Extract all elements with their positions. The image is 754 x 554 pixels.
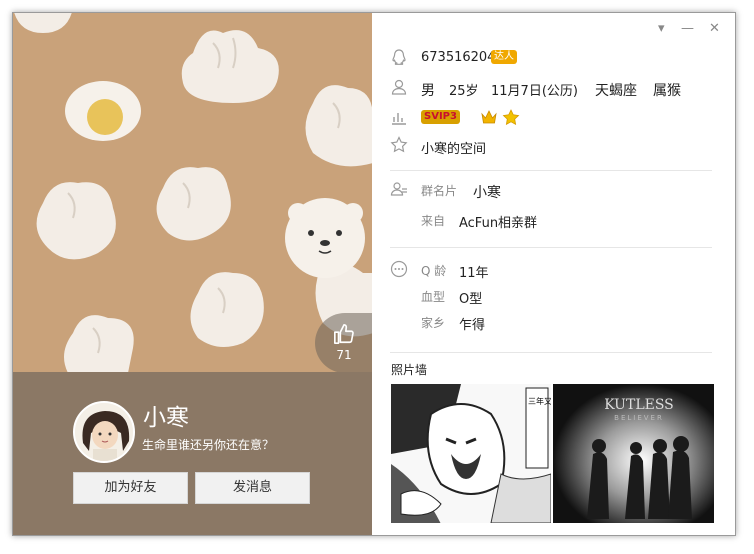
left-panel: 71 小寒 生命里谁还另你还在意？ 加为好友 发消息	[13, 13, 372, 535]
divider	[390, 247, 712, 248]
hometown-row: 家乡 乍得	[372, 310, 735, 334]
photo-manga[interactable]: 三年又三年再三年的容颜 历史有谁意蚂	[391, 384, 551, 523]
chinese-zodiac: 属猴	[653, 83, 681, 99]
blood-type-value: O型	[459, 292, 483, 307]
group-card-icon	[390, 182, 407, 196]
space-link[interactable]: 小寒的空间	[421, 138, 486, 157]
cover-image: 71	[13, 13, 372, 372]
penguin-icon	[392, 49, 406, 65]
photo-wall-title: 照片墙	[391, 363, 428, 377]
gender: 男	[421, 83, 435, 99]
send-message-button[interactable]: 发消息	[195, 472, 310, 504]
bar-chart-icon	[392, 113, 406, 125]
dropdown-button[interactable]: ▾	[658, 21, 665, 36]
qq-number: 673516204	[421, 50, 496, 65]
close-button[interactable]: ✕	[709, 21, 720, 36]
star-outline-icon	[390, 136, 408, 153]
space-row: 小寒的空间	[372, 134, 735, 158]
age: 25岁	[449, 84, 479, 99]
right-panel: ▾ — ✕ 673516204 达人 男 25岁 11月7日(公历) 天蝎座 属…	[372, 13, 735, 535]
thumbs-up-icon	[334, 324, 354, 344]
q-age-value: 11年	[459, 266, 489, 281]
band-subtitle: BELIEVER	[614, 414, 664, 422]
avatar-image	[75, 403, 133, 461]
manga-text: 三年又三年再三年的容颜 历史有谁意蚂	[528, 396, 551, 406]
svip-badge-text: SVIP3	[424, 111, 457, 122]
band-title: KUTLESS	[604, 397, 674, 413]
from-value[interactable]: AcFun相亲群	[459, 212, 537, 231]
q-age-label: Q 龄	[421, 264, 447, 278]
avatar[interactable]	[73, 401, 135, 463]
more-icon	[390, 260, 408, 278]
expert-badge-text: 达人	[494, 51, 514, 62]
divider	[390, 170, 712, 171]
profile-section	[13, 372, 372, 535]
add-friend-button[interactable]: 加为好友	[73, 472, 188, 504]
divider	[390, 352, 712, 353]
blood-type-label: 血型	[421, 290, 446, 304]
group-card-label: 群名片	[421, 184, 458, 198]
user-icon	[391, 79, 407, 95]
hometown-value: 乍得	[459, 318, 486, 333]
like-count: 71	[336, 348, 352, 362]
q-age-row: Q 龄 11年	[372, 258, 735, 282]
band-photo: KUTLESS BELIEVER	[553, 384, 714, 523]
svip-badge[interactable]: SVIP3	[421, 110, 460, 124]
qq-number-row: 673516204 达人	[372, 46, 735, 70]
minimize-button[interactable]: —	[681, 21, 694, 36]
group-card-value: 小寒	[473, 185, 501, 201]
from-row: 来自 AcFun相亲群	[372, 208, 735, 232]
manga-illustration: 三年又三年再三年的容颜 历史有谁意蚂	[391, 384, 551, 523]
zodiac: 天蝎座	[595, 83, 637, 99]
bear-illustration	[285, 198, 365, 278]
group-card-row: 群名片 小寒	[372, 178, 735, 202]
photo-band[interactable]: KUTLESS BELIEVER	[553, 384, 714, 523]
hometown-label: 家乡	[421, 316, 446, 330]
personal-info-row: 男 25岁 11月7日(公历) 天蝎座 属猴	[372, 76, 735, 100]
level-row: SVIP3	[372, 106, 735, 130]
signature: 生命里谁还另你还在意？	[142, 438, 275, 452]
crown-icon[interactable]	[480, 109, 498, 125]
nickname: 小寒	[143, 405, 189, 431]
star-icon[interactable]	[502, 109, 520, 125]
profile-card-window: 71 小寒 生命里谁还另你还在意？ 加为好友 发消息 ▾ — ✕ 6735162…	[12, 12, 736, 536]
birthday: 11月7日(公历)	[491, 84, 578, 99]
blood-type-row: 血型 O型	[372, 284, 735, 308]
cover-pattern	[14, 13, 372, 372]
from-label: 来自	[421, 214, 446, 228]
expert-badge[interactable]: 达人	[491, 50, 517, 64]
like-button[interactable]: 71	[315, 313, 372, 372]
